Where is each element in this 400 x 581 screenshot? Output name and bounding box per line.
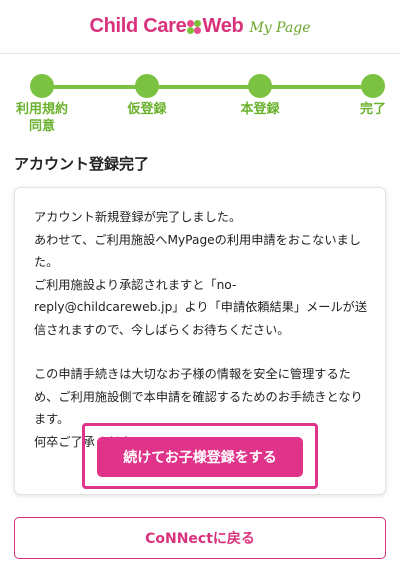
app-header: Child Care Web My Page xyxy=(0,0,400,54)
page-title: アカウント登録完了 xyxy=(14,155,150,173)
step-label-1: 利用規約 同意 xyxy=(15,102,68,134)
message-line-1: アカウント新規登録が完了しました。 xyxy=(34,210,242,224)
flower-icon xyxy=(187,19,202,34)
step-label-2: 仮登録 xyxy=(127,102,167,117)
message-line-3: ご利用施設より承認されますと「no-reply@childcareweb.jp」… xyxy=(34,277,368,337)
continue-child-registration-button[interactable]: 続けてお子様登録をする xyxy=(97,437,303,477)
message-line-4: この申請手続きは大切なお子様の情報を安全に管理するため、ご利用施設側で本申請を確… xyxy=(34,367,363,426)
logo[interactable]: Child Care Web My Page xyxy=(89,15,310,38)
progress-line xyxy=(38,85,362,89)
step-dot-3 xyxy=(248,74,272,98)
message-line-2: あわせて、ご利用施設へMyPageの利用申請をおこないました。 xyxy=(34,232,361,270)
step-dot-2 xyxy=(135,74,159,98)
completion-message: アカウント新規登録が完了しました。 あわせて、ご利用施設へMyPageの利用申請… xyxy=(34,206,374,453)
progress-steps: 利用規約 同意 仮登録 本登録 完了 xyxy=(0,74,400,156)
step-label-3: 本登録 xyxy=(240,102,280,117)
step-dot-1 xyxy=(30,74,54,98)
back-to-connect-button[interactable]: CoNNectに戻る xyxy=(14,517,386,559)
step-label-4: 完了 xyxy=(359,102,386,117)
step-dot-4 xyxy=(361,74,385,98)
logo-main: Child Care Web xyxy=(89,15,244,37)
logo-subtitle: My Page xyxy=(249,20,311,36)
